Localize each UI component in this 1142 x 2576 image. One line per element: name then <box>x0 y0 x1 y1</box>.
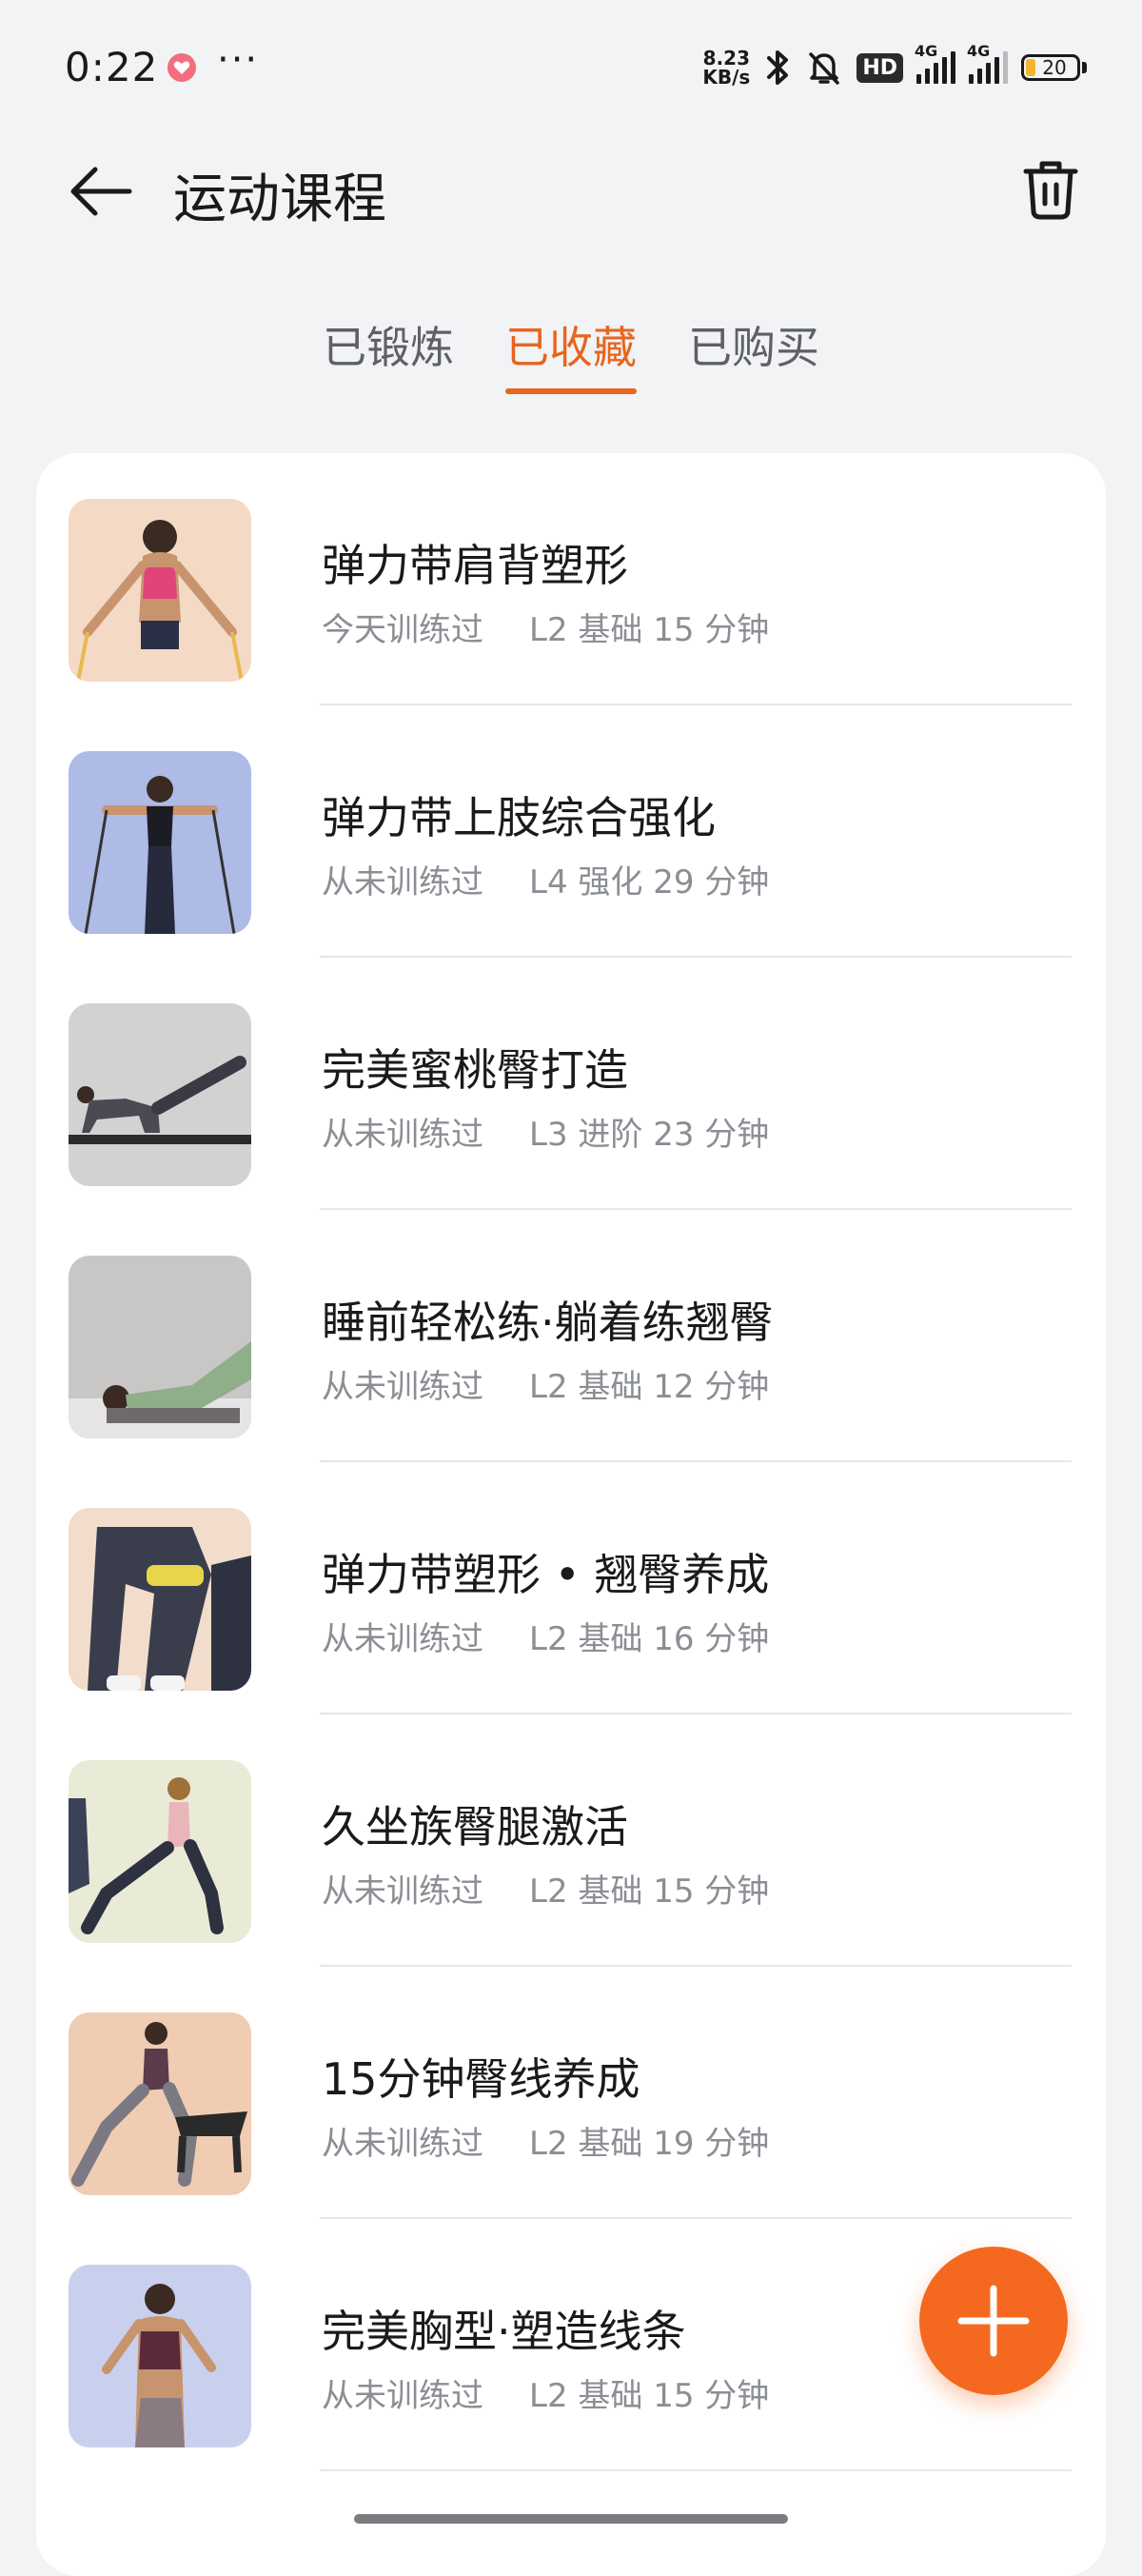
course-title: 久坐族臀腿激活 <box>322 1801 628 1853</box>
divider <box>320 2469 1072 2471</box>
network-type-label: 4G <box>915 42 938 60</box>
battery-icon: 20 <box>1021 54 1087 81</box>
status-time: 0:22 <box>65 44 159 90</box>
tab-favorites[interactable]: 已收藏 <box>505 314 637 400</box>
course-item[interactable]: 弹力带肩背塑形 今天训练过 L2 基础 15 分钟 <box>36 453 1106 705</box>
course-thumbnail <box>69 1256 251 1438</box>
course-title: 15分钟臀线养成 <box>322 2053 640 2105</box>
course-thumbnail <box>69 2012 251 2195</box>
course-trained-status: 从未训练过 <box>322 863 483 902</box>
course-meta: 从未训练过 L2 基础 16 分钟 <box>322 1613 769 1659</box>
course-trained-status: 从未训练过 <box>322 2377 483 2415</box>
course-item[interactable]: 久坐族臀腿激活 从未训练过 L2 基础 15 分钟 <box>36 1714 1106 1967</box>
bluetooth-icon <box>767 50 789 85</box>
network-type-2-label: 4G <box>967 42 991 60</box>
course-item[interactable]: 弹力带上肢综合强化 从未训练过 L4 强化 29 分钟 <box>36 705 1106 958</box>
course-title: 弹力带塑形 • 翘臀养成 <box>322 1549 770 1600</box>
status-icons: 8.23 KB/s HD 4G 4G 20 <box>702 42 1087 89</box>
network-speed: 8.23 KB/s <box>702 49 750 87</box>
course-level-duration: L2 基础 15 分钟 <box>529 611 770 649</box>
home-indicator[interactable] <box>354 2514 788 2524</box>
course-trained-status: 从未训练过 <box>322 1116 483 1154</box>
course-title: 睡前轻松练·躺着练翘臀 <box>322 1297 774 1348</box>
course-level-duration: L2 基础 16 分钟 <box>529 1620 770 1658</box>
course-meta: 今天训练过 L2 基础 15 分钟 <box>322 604 769 650</box>
course-list: 弹力带肩背塑形 今天训练过 L2 基础 15 分钟 弹力带上肢综合强化 从未训练… <box>36 453 1106 2576</box>
course-meta: 从未训练过 L2 基础 15 分钟 <box>322 2369 769 2416</box>
course-trained-status: 从未训练过 <box>322 2125 483 2163</box>
course-item[interactable]: 15分钟臀线养成 从未训练过 L2 基础 19 分钟 <box>36 1967 1106 2219</box>
course-thumbnail <box>69 499 251 682</box>
course-meta: 从未训练过 L2 基础 12 分钟 <box>322 1360 769 1407</box>
battery-level: 20 <box>1042 56 1067 79</box>
mute-bell-icon <box>809 52 840 85</box>
signal-strength-icon: 4G <box>915 42 955 84</box>
course-meta: 从未训练过 L2 基础 19 分钟 <box>322 2117 769 2164</box>
course-level-duration: L2 基础 15 分钟 <box>529 2377 770 2415</box>
course-trained-status: 从未训练过 <box>322 1873 483 1911</box>
course-thumbnail <box>69 1003 251 1186</box>
health-notification-icon <box>167 53 196 82</box>
network-speed-value: 8.23 <box>702 47 751 69</box>
course-title: 弹力带上肢综合强化 <box>322 792 716 843</box>
network-speed-unit: KB/s <box>702 66 751 89</box>
signal-strength-2-icon: 4G <box>967 42 1008 84</box>
delete-button[interactable] <box>1016 154 1085 223</box>
course-title: 完美胸型·塑造线条 <box>322 2306 686 2357</box>
course-level-duration: L2 基础 19 分钟 <box>529 2125 770 2163</box>
course-level-duration: L2 基础 15 分钟 <box>529 1873 770 1911</box>
course-tabs: 已锻炼 已收藏 已购买 <box>0 314 1142 406</box>
course-trained-status: 从未训练过 <box>322 1368 483 1406</box>
tab-trained[interactable]: 已锻炼 <box>323 314 454 400</box>
arrow-left-icon <box>70 167 132 216</box>
course-level-duration: L4 强化 29 分钟 <box>529 863 770 902</box>
course-item[interactable]: 弹力带塑形 • 翘臀养成 从未训练过 L2 基础 16 分钟 <box>36 1462 1106 1714</box>
tab-purchased[interactable]: 已购买 <box>688 314 819 400</box>
course-title: 弹力带肩背塑形 <box>322 540 628 591</box>
add-course-button[interactable] <box>919 2247 1068 2395</box>
course-level-duration: L2 基础 12 分钟 <box>529 1368 770 1406</box>
status-bar: 0:22 ··· 8.23 KB/s HD 4G 4G 20 <box>0 0 1142 133</box>
course-meta: 从未训练过 L4 强化 29 分钟 <box>322 856 769 902</box>
course-meta: 从未训练过 L3 进阶 23 分钟 <box>322 1108 769 1155</box>
trash-icon <box>1023 161 1078 220</box>
course-trained-status: 从未训练过 <box>322 1620 483 1658</box>
course-item[interactable]: 完美蜜桃臀打造 从未训练过 L3 进阶 23 分钟 <box>36 958 1106 1210</box>
course-title: 完美蜜桃臀打造 <box>322 1044 628 1096</box>
more-notifications-icon: ··· <box>217 38 260 82</box>
course-item[interactable]: 睡前轻松练·躺着练翘臀 从未训练过 L2 基础 12 分钟 <box>36 1210 1106 1462</box>
app-header: 运动课程 <box>0 133 1142 257</box>
course-thumbnail <box>69 1760 251 1943</box>
course-meta: 从未训练过 L2 基础 15 分钟 <box>322 1865 769 1912</box>
course-thumbnail <box>69 1508 251 1691</box>
course-trained-status: 今天训练过 <box>322 611 483 649</box>
back-button[interactable] <box>67 158 133 225</box>
hd-voice-badge: HD <box>856 52 903 83</box>
plus-icon <box>957 2285 1030 2357</box>
course-level-duration: L3 进阶 23 分钟 <box>529 1116 770 1154</box>
course-thumbnail <box>69 2265 251 2447</box>
course-thumbnail <box>69 751 251 934</box>
page-title: 运动课程 <box>173 168 386 230</box>
